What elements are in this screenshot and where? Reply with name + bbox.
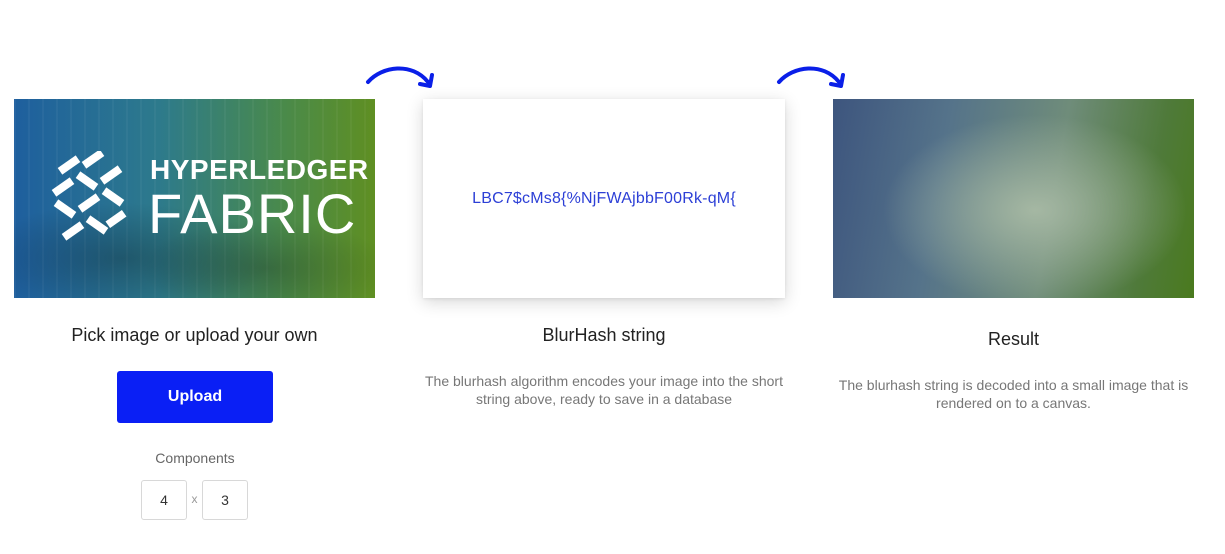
components-x-input[interactable] xyxy=(141,480,187,520)
source-image[interactable]: HYPERLEDGER FABRIC xyxy=(14,99,375,298)
result-title: Result xyxy=(987,329,1040,349)
logo-word-fabric: FABRIC xyxy=(148,182,357,245)
upload-button[interactable]: Upload xyxy=(117,371,273,423)
result-canvas xyxy=(833,99,1194,298)
curved-arrow-icon xyxy=(777,66,845,88)
blurhash-string[interactable]: LBC7$cMs8{%NjFWAjbbF00Rk-qM{ xyxy=(472,190,736,208)
curved-arrow-icon xyxy=(366,66,434,88)
hash-title: BlurHash string xyxy=(542,325,666,345)
result-description: The blurhash string is decoded into a sm… xyxy=(838,377,1189,411)
components-label: Components xyxy=(155,450,235,466)
components-times: x xyxy=(191,492,198,506)
hash-description: The blurhash algorithm encodes your imag… xyxy=(425,373,783,407)
components-y-input[interactable] xyxy=(202,480,248,520)
hash-card: LBC7$cMs8{%NjFWAjbbF00Rk-qM{ xyxy=(423,99,785,298)
source-title: Pick image or upload your own xyxy=(71,325,318,345)
hyperledger-logo-icon xyxy=(51,151,127,241)
